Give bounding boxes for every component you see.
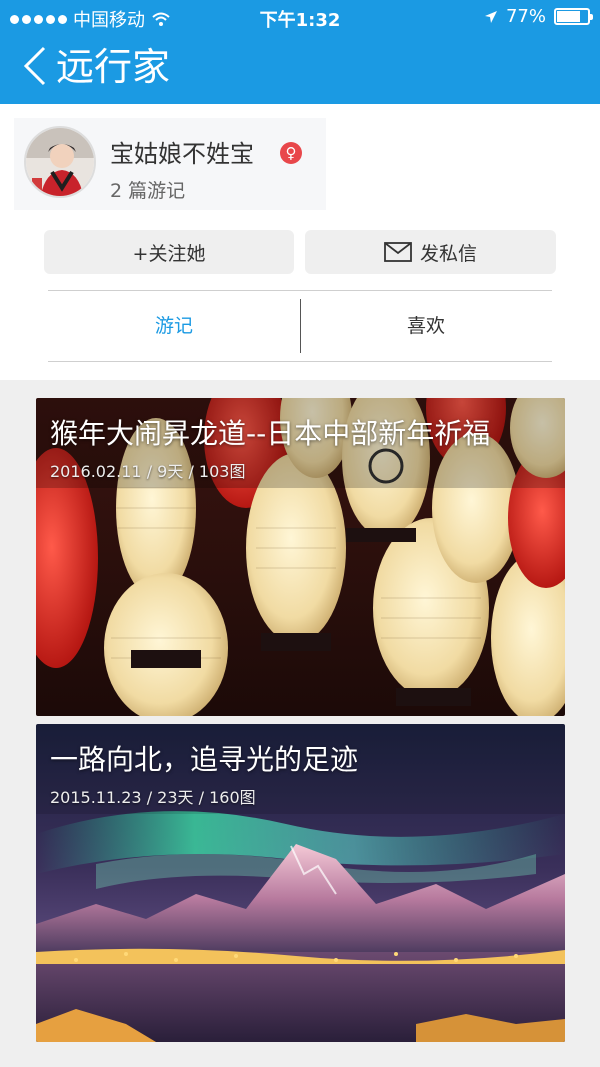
trip-card[interactable]: 一路向北，追寻光的足迹 2015.11.23 / 23天 / 160图	[36, 724, 565, 1042]
trip-title: 猴年大闹昇龙道--日本中部新年祈福	[50, 417, 491, 450]
tab-trips[interactable]: 游记	[48, 291, 300, 361]
profile-section: 宝姑娘不姓宝 ♀ 2 篇游记 +关注她 发私信 游记 喜欢	[0, 104, 600, 380]
follow-label: +关注她	[132, 242, 206, 265]
battery-percent: 77%	[505, 6, 546, 27]
trip-card[interactable]: 猴年大闹昇龙道--日本中部新年祈福 2016.02.11 / 9天 / 103图	[36, 398, 565, 716]
page-title: 远行家	[56, 45, 171, 89]
avatar[interactable]	[24, 126, 96, 198]
tab-bar: 游记 喜欢	[48, 290, 552, 362]
tab-likes[interactable]: 喜欢	[300, 291, 552, 361]
location-arrow-icon	[484, 10, 497, 23]
user-name: 宝姑娘不姓宝	[110, 140, 254, 168]
trip-list: 猴年大闹昇龙道--日本中部新年祈福 2016.02.11 / 9天 / 103图	[0, 380, 600, 1067]
trip-title: 一路向北，追寻光的足迹	[50, 743, 359, 776]
profile-card: 宝姑娘不姓宝 ♀ 2 篇游记	[14, 118, 326, 210]
trip-meta: 2016.02.11 / 9天 / 103图	[50, 462, 246, 481]
follow-button[interactable]: +关注她	[44, 230, 294, 274]
envelope-icon	[384, 242, 412, 262]
female-icon: ♀	[280, 142, 302, 164]
message-button[interactable]: 发私信	[305, 230, 556, 274]
battery-icon	[554, 8, 593, 25]
trip-count: 2 篇游记	[110, 180, 186, 202]
chevron-left-icon[interactable]	[20, 44, 50, 88]
status-bar: 中国移动 下午1:32 77%	[0, 0, 600, 34]
nav-bar: 远行家	[0, 34, 600, 104]
status-right: 77%	[484, 6, 593, 27]
trip-meta: 2015.11.23 / 23天 / 160图	[50, 788, 256, 807]
message-label: 发私信	[419, 242, 477, 265]
